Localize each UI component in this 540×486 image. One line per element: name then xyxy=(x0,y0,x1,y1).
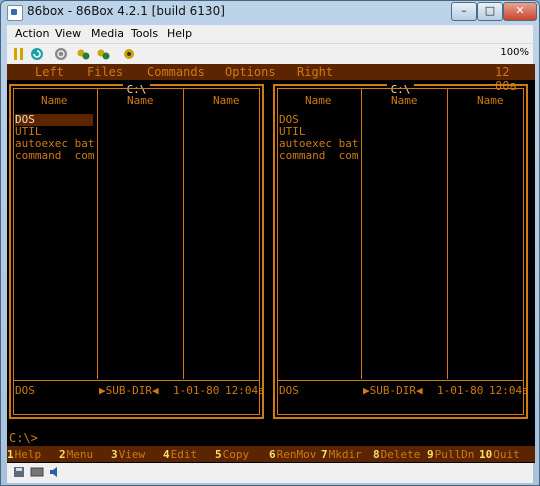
column-divider xyxy=(97,88,98,379)
zoom-level: 100% xyxy=(500,47,529,58)
column-header: Name xyxy=(41,94,68,107)
settings-icon[interactable] xyxy=(121,46,137,62)
fkey-renmov[interactable]: 6 RenMov xyxy=(269,446,316,462)
file-entry[interactable]: command com xyxy=(279,150,358,162)
app-icon xyxy=(7,5,23,21)
column-header: Name xyxy=(213,94,240,107)
network-icon[interactable] xyxy=(29,465,45,479)
file-entry[interactable]: UTIL xyxy=(279,126,306,138)
menu-tools[interactable]: Tools xyxy=(131,27,158,40)
file-entry[interactable]: autoexec bat xyxy=(15,138,94,150)
close-button[interactable]: ✕ xyxy=(503,2,537,21)
left-panel-status: DOS ▶SUB-DIR◀ 1-01-80 12:04a xyxy=(15,384,265,397)
column-header: Name xyxy=(477,94,504,107)
status-bar xyxy=(7,463,533,483)
settings-icon[interactable] xyxy=(75,46,91,62)
fkey-edit[interactable]: 4 Edit xyxy=(163,446,197,462)
floppy-icon[interactable] xyxy=(11,465,27,479)
panel-separator xyxy=(13,380,260,381)
file-entry[interactable]: DOS xyxy=(15,114,93,126)
app-window: 86box - 86Box 4.2.1 [build 6130] – □ ✕ A… xyxy=(0,0,540,486)
menu-bar: Action View Media Tools Help xyxy=(7,25,533,43)
right-panel-path: C:\ xyxy=(275,78,526,97)
dos-menu-commands[interactable]: Commands xyxy=(147,65,205,79)
menu-help[interactable]: Help xyxy=(167,27,192,40)
function-key-bar: 1 Help 2 Menu 3 View 4 Edit 5 Copy 6 RenMov 7M… xyxy=(7,446,535,462)
file-entry[interactable]: UTIL xyxy=(15,126,42,138)
right-panel[interactable]: C:\ Name Name Name DOS UTIL autoexec bat… xyxy=(273,83,529,419)
toolbar: 100% xyxy=(7,43,533,64)
command-prompt[interactable]: C:\> xyxy=(9,431,38,445)
settings-icon[interactable] xyxy=(95,46,111,62)
right-panel-status: DOS ▶SUB-DIR◀ 1-01-80 12:04a xyxy=(279,384,529,397)
power-icon[interactable] xyxy=(53,46,69,62)
menu-view[interactable]: View xyxy=(55,27,81,40)
reset-icon[interactable] xyxy=(29,46,45,62)
column-divider xyxy=(361,88,362,379)
minimize-button[interactable]: – xyxy=(451,2,477,21)
file-entry[interactable]: command com xyxy=(15,150,94,162)
fkey-quit[interactable]: 10 Quit xyxy=(479,446,520,462)
panel-separator xyxy=(277,380,524,381)
menu-action[interactable]: Action xyxy=(15,27,49,40)
column-header: Name xyxy=(127,94,154,107)
column-header: Name xyxy=(305,94,332,107)
fkey-menu[interactable]: 2 Menu xyxy=(59,446,93,462)
title-bar[interactable]: 86box - 86Box 4.2.1 [build 6130] – □ ✕ xyxy=(1,1,539,23)
column-divider xyxy=(447,88,448,379)
fkey-pulldn[interactable]: 9 PullDn xyxy=(427,446,474,462)
fkey-delete[interactable]: 8 Delete xyxy=(373,446,420,462)
fkey-help[interactable]: 1 Help xyxy=(7,446,41,462)
menu-media[interactable]: Media xyxy=(91,27,124,40)
file-entry[interactable]: autoexec bat xyxy=(279,138,358,150)
column-header: Name xyxy=(391,94,418,107)
dos-menu-options[interactable]: Options xyxy=(225,65,276,79)
pause-icon[interactable] xyxy=(11,46,27,62)
left-panel-path: C:\ xyxy=(11,78,262,97)
dos-menu-left[interactable]: Left xyxy=(35,65,64,79)
emulator-screen[interactable]: Left Files Commands Options Right 12 00a… xyxy=(7,64,535,463)
dos-menu-files[interactable]: Files xyxy=(87,65,123,79)
fkey-view[interactable]: 3 View xyxy=(111,446,145,462)
window-title: 86box - 86Box 4.2.1 [build 6130] xyxy=(27,4,225,18)
maximize-button[interactable]: □ xyxy=(477,2,503,21)
sound-icon[interactable] xyxy=(47,465,63,479)
fkey-copy[interactable]: 5 Copy xyxy=(215,446,249,462)
left-panel[interactable]: C:\ Name Name Name DOS UTIL autoexec bat… xyxy=(9,83,265,419)
file-entry[interactable]: DOS xyxy=(279,114,299,126)
column-divider xyxy=(183,88,184,379)
dos-menu-right[interactable]: Right xyxy=(297,65,333,79)
fkey-mkdir[interactable]: 7 Mkdir xyxy=(321,446,362,462)
